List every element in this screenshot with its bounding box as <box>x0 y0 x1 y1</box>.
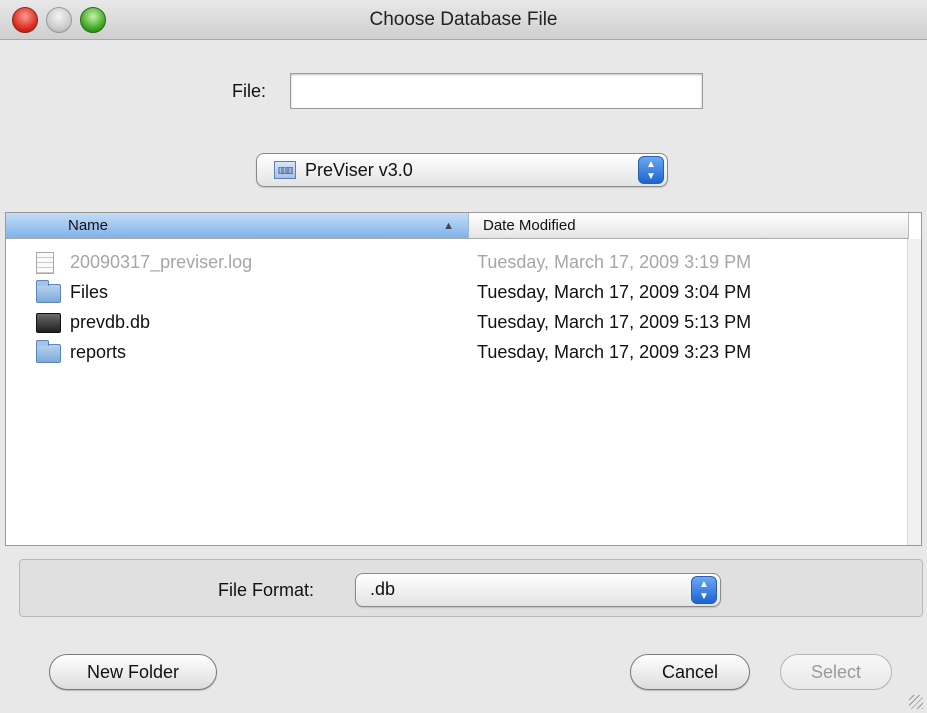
file-row[interactable]: prevdb.db Tuesday, March 17, 2009 5:13 P… <box>6 307 909 337</box>
resize-grip-icon[interactable] <box>909 695 923 709</box>
file-format-selected: .db <box>370 579 396 599</box>
file-row-date: Tuesday, March 17, 2009 5:13 PM <box>477 312 752 332</box>
title-bar[interactable]: Choose Database File <box>0 0 927 40</box>
chevron-up-down-icon: ▲ ▼ <box>638 156 664 184</box>
file-format-popup[interactable]: .db ▲ ▼ <box>355 573 721 607</box>
file-row-date: Tuesday, March 17, 2009 3:04 PM <box>477 282 752 302</box>
choose-database-dialog: Choose Database File File: ▥▥ PreViser v… <box>0 0 927 713</box>
new-folder-button[interactable]: New Folder <box>49 654 217 690</box>
list-scrollbar[interactable] <box>907 239 921 545</box>
database-file-icon <box>36 313 61 333</box>
location-popup[interactable]: ▥▥ PreViser v3.0 ▲ ▼ <box>256 153 668 187</box>
file-list[interactable]: Name ▲ Date Modified 20090317_previser.l… <box>5 212 922 546</box>
column-header-name[interactable]: Name ▲ <box>6 213 469 239</box>
select-button[interactable]: Select <box>780 654 892 690</box>
file-name-input[interactable] <box>290 73 703 109</box>
column-date-label: Date Modified <box>483 217 576 234</box>
chevron-up-down-icon: ▲ ▼ <box>691 576 717 604</box>
folder-icon <box>36 340 61 363</box>
file-row[interactable]: Files Tuesday, March 17, 2009 3:04 PM <box>6 277 909 307</box>
file-row-date: Tuesday, March 17, 2009 3:23 PM <box>477 342 752 362</box>
folder-drive-icon: ▥▥ <box>274 161 296 179</box>
cancel-button[interactable]: Cancel <box>630 654 750 690</box>
column-name-label: Name <box>68 217 109 234</box>
file-row: 20090317_previser.log Tuesday, March 17,… <box>6 247 909 277</box>
file-row-name: Files <box>70 282 109 302</box>
file-format-label: File Format: <box>218 580 315 600</box>
location-selected: PreViser v3.0 <box>305 160 413 180</box>
sort-ascending-icon: ▲ <box>443 220 454 232</box>
document-icon <box>36 252 54 274</box>
window-title: Choose Database File <box>369 9 558 30</box>
column-header-date-modified[interactable]: Date Modified <box>469 213 909 239</box>
file-row-date: Tuesday, March 17, 2009 3:19 PM <box>477 252 752 272</box>
file-label: File: <box>232 81 267 101</box>
folder-icon <box>36 280 61 303</box>
file-row-name: prevdb.db <box>70 312 151 332</box>
file-row-name: 20090317_previser.log <box>70 252 253 272</box>
file-row-name: reports <box>70 342 127 362</box>
file-row[interactable]: reports Tuesday, March 17, 2009 3:23 PM <box>6 337 909 367</box>
